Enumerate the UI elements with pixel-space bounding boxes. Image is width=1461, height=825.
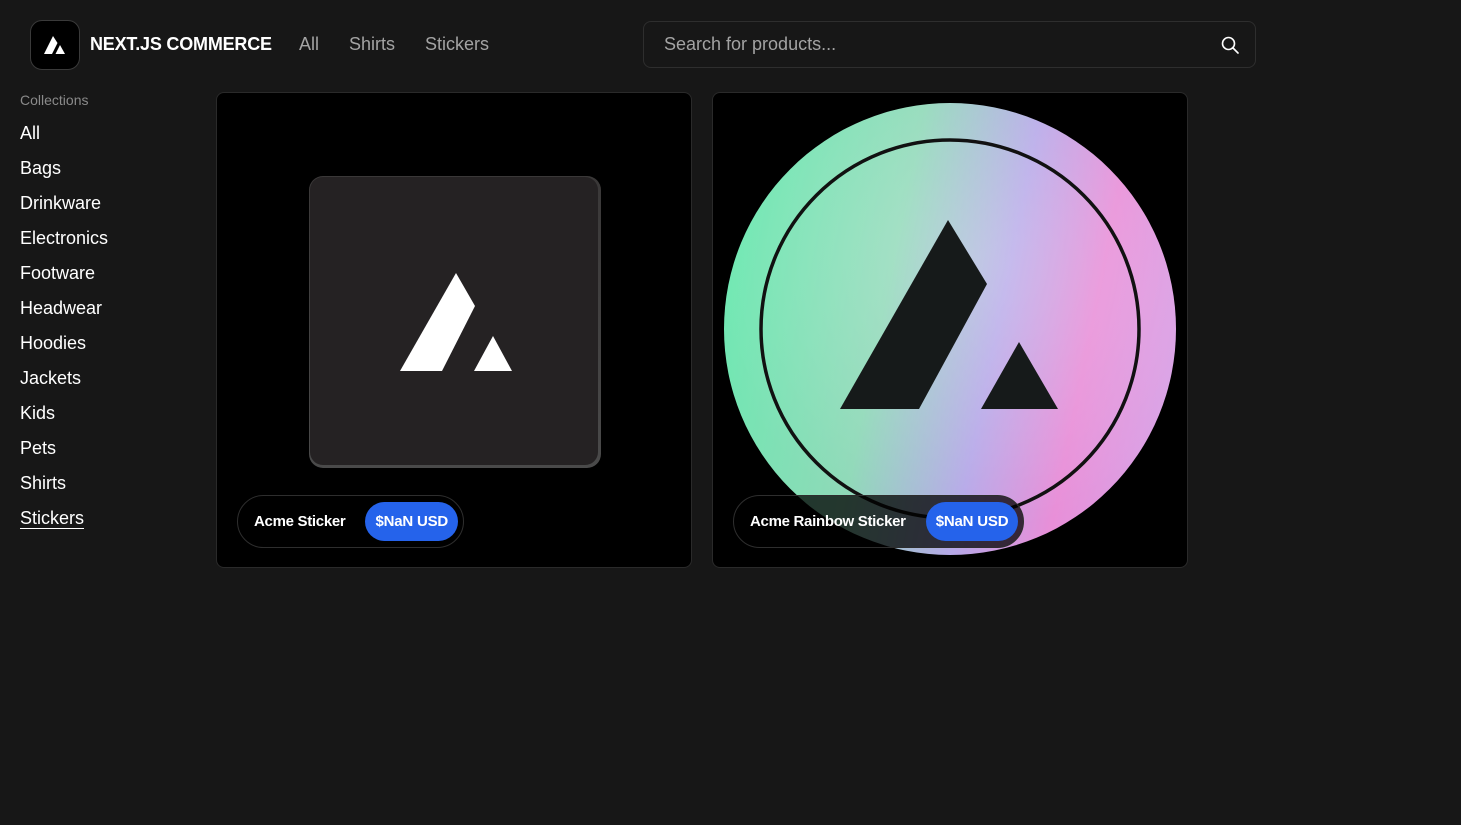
price-badge: $NaN USD	[925, 502, 1019, 541]
sidebar-item-label: Bags	[20, 158, 62, 178]
acme-logo-icon	[44, 36, 65, 54]
sidebar-item-label: Drinkware	[20, 193, 102, 213]
product-card[interactable]: Acme Rainbow Sticker $NaN USD	[712, 92, 1188, 568]
sidebar-item-label: Footware	[20, 263, 96, 283]
top-nav: All Shirts Stickers	[299, 34, 489, 55]
collections-heading: Collections	[20, 92, 89, 108]
sidebar-item-shirts[interactable]: Shirts	[20, 472, 200, 507]
sidebar-item-label: Hoodies	[20, 333, 87, 353]
top-nav-shirts[interactable]: Shirts	[349, 34, 395, 55]
sidebar-item-drinkware[interactable]: Drinkware	[20, 192, 200, 227]
search-input[interactable]	[644, 22, 1255, 67]
sidebar-item-label: Stickers	[20, 508, 85, 529]
top-nav-stickers[interactable]: Stickers	[425, 34, 489, 55]
sidebar-item-label: Shirts	[20, 473, 67, 493]
sidebar-item-label: Electronics	[20, 228, 109, 248]
logo-button[interactable]	[30, 20, 80, 70]
sidebar-item-stickers[interactable]: Stickers	[20, 507, 200, 542]
top-nav-all[interactable]: All	[299, 34, 319, 55]
collections-list: All Bags Drinkware Electronics Footware …	[20, 122, 200, 542]
product-card[interactable]: Acme Sticker $NaN USD	[216, 92, 692, 568]
product-title: Acme Rainbow Sticker	[750, 513, 906, 530]
product-label: Acme Rainbow Sticker $NaN USD	[733, 495, 1025, 548]
collections-sidebar: Collections All Bags Drinkware Electroni…	[20, 92, 200, 542]
sidebar-item-electronics[interactable]: Electronics	[20, 227, 200, 262]
price-badge: $NaN USD	[365, 502, 459, 541]
sidebar-item-footware[interactable]: Footware	[20, 262, 200, 297]
navbar: NEXT.JS COMMERCE All Shirts Stickers	[0, 0, 1461, 90]
search-box	[643, 21, 1256, 68]
sidebar-item-kids[interactable]: Kids	[20, 402, 200, 437]
sidebar-item-bags[interactable]: Bags	[20, 157, 200, 192]
sidebar-item-jackets[interactable]: Jackets	[20, 367, 200, 402]
sidebar-item-pets[interactable]: Pets	[20, 437, 200, 472]
sidebar-item-label: Jackets	[20, 368, 82, 388]
sidebar-item-hoodies[interactable]: Hoodies	[20, 332, 200, 367]
sidebar-item-label: Kids	[20, 403, 56, 423]
sidebar-item-label: All	[20, 123, 41, 143]
search-icon[interactable]	[1221, 36, 1239, 54]
sidebar-item-label: Headwear	[20, 298, 103, 318]
product-title: Acme Sticker	[254, 513, 346, 530]
brand-name[interactable]: NEXT.JS COMMERCE	[90, 34, 272, 55]
product-label: Acme Sticker $NaN USD	[237, 495, 465, 548]
sidebar-item-label: Pets	[20, 438, 57, 458]
sidebar-item-all[interactable]: All	[20, 122, 200, 157]
sidebar-item-headwear[interactable]: Headwear	[20, 297, 200, 332]
